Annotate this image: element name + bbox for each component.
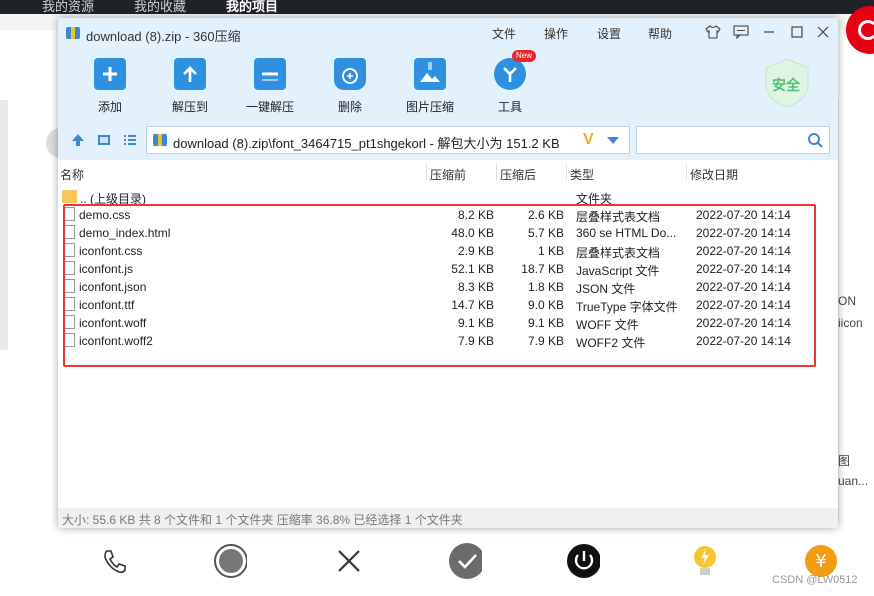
address-bar: download (8).zip\font_3464715_pt1shgekor… [58, 120, 838, 160]
zip-file-icon [66, 27, 80, 39]
security-shield-icon[interactable]: 安全 [764, 58, 810, 108]
security-label: 安全 [772, 77, 800, 93]
watermark: CSDN @LW0512 [772, 574, 858, 586]
toolbar: 添加 解压到 一键解压 删除 图片压缩 工具 New 安全 [58, 48, 838, 120]
add-button[interactable]: 添加 [80, 58, 140, 115]
list-view-icon[interactable] [122, 132, 138, 148]
minimize-icon[interactable] [761, 24, 777, 40]
menu-file[interactable]: 文件 [492, 25, 516, 42]
v-logo-icon: V [583, 131, 594, 148]
one-click-extract-icon [254, 58, 286, 90]
status-bar: 大小: 55.6 KB 共 8 个文件和 1 个文件夹 压缩率 36.8% 已经… [58, 508, 838, 528]
extract-to-icon [174, 58, 206, 90]
folder-icon [62, 190, 77, 203]
nav-my-favorites[interactable]: 我的收藏 [134, 0, 186, 15]
menu-help[interactable]: 帮助 [648, 25, 672, 42]
one-click-extract-button[interactable]: 一键解压 [240, 58, 300, 115]
add-icon [94, 58, 126, 90]
bulb-icon[interactable] [688, 544, 722, 578]
svg-text:¥: ¥ [815, 551, 826, 572]
tools-button[interactable]: 工具 [480, 58, 540, 115]
power-icon[interactable] [566, 544, 600, 578]
address-zip-icon [153, 134, 167, 146]
up-arrow-icon[interactable] [70, 132, 86, 148]
close-icon[interactable] [332, 544, 366, 578]
extract-to-button[interactable]: 解压到 [160, 58, 220, 115]
side-text-on: ON [838, 294, 856, 308]
file-list-header: 名称 压缩前 压缩后 类型 修改日期 [58, 160, 838, 182]
side-text-uan: uan... [838, 474, 869, 488]
menu-settings[interactable]: 设置 [597, 25, 621, 42]
address-text: download (8).zip\font_3464715_pt1shgekor… [173, 136, 560, 151]
confirm-check-icon[interactable] [448, 543, 482, 579]
background-left-panel [0, 100, 8, 350]
skin-shirt-icon[interactable] [705, 24, 721, 40]
column-type[interactable]: 类型 [570, 166, 594, 183]
title-bar: download (8).zip - 360压缩 文件 操作 设置 帮助 [58, 18, 838, 48]
address-input[interactable]: download (8).zip\font_3464715_pt1shgekor… [146, 126, 630, 154]
image-compress-button[interactable]: 图片压缩 [400, 58, 460, 115]
yuan-icon[interactable]: ¥ [804, 544, 838, 578]
search-icon[interactable] [807, 132, 823, 151]
nav-my-resources[interactable]: 我的资源 [42, 0, 94, 15]
search-input[interactable] [636, 126, 830, 154]
column-compressed[interactable]: 压缩后 [500, 166, 536, 183]
dropdown-arrow-icon[interactable] [607, 137, 619, 144]
feedback-icon[interactable] [733, 24, 749, 40]
phone-icon[interactable] [98, 544, 132, 578]
image-compress-icon [414, 58, 446, 90]
maximize-icon[interactable] [789, 24, 805, 40]
highlight-box [63, 204, 816, 367]
background-top-nav: 我的资源 我的收藏 我的项目 [0, 0, 874, 14]
window-title: download (8).zip - 360压缩 [86, 29, 241, 44]
side-text-tu: 图 [838, 454, 851, 468]
new-badge: New [512, 50, 537, 62]
close-window-icon[interactable] [815, 24, 831, 40]
status-text: 大小: 55.6 KB 共 8 个文件和 1 个文件夹 压缩率 36.8% 已经… [62, 513, 463, 527]
thumbnail-view-icon[interactable] [96, 132, 112, 148]
delete-button[interactable]: 删除 [320, 58, 380, 115]
menu-operation[interactable]: 操作 [544, 25, 568, 42]
tools-icon [494, 58, 526, 90]
delete-icon [334, 58, 366, 90]
column-name[interactable]: 名称 [60, 166, 84, 183]
record-stop-icon[interactable] [213, 544, 247, 578]
side-text-iicon: iicon [838, 316, 863, 330]
column-modified[interactable]: 修改日期 [690, 166, 738, 183]
column-packed[interactable]: 压缩前 [430, 166, 466, 183]
nav-my-projects[interactable]: 我的项目 [226, 0, 278, 15]
